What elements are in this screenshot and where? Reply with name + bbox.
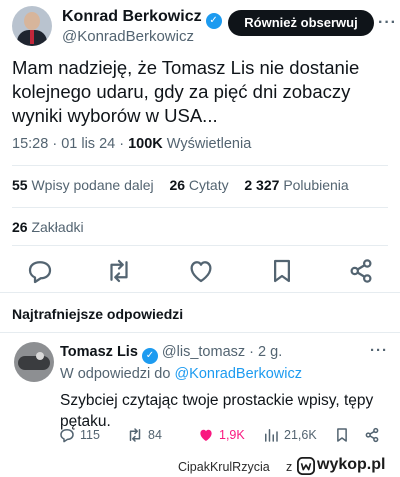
more-icon[interactable]: ··· <box>378 14 397 32</box>
reposts-count: 55 <box>12 177 28 193</box>
bookmark-icon <box>337 428 347 442</box>
reply-author-name[interactable]: Tomasz Lis <box>60 344 138 360</box>
section-divider <box>0 292 400 293</box>
repost-icon[interactable] <box>104 256 134 286</box>
meta-dot: · <box>119 136 129 152</box>
reply-avatar-shape <box>18 356 50 370</box>
reply-icon <box>60 429 74 443</box>
reply-author-handle[interactable]: @lis_tomasz <box>162 344 245 360</box>
verified-badge-icon: ✓ <box>141 348 158 364</box>
reply-header: Tomasz Lis ✓ @lis_tomasz · 2 g. <box>60 344 282 364</box>
views-count: 100K <box>128 136 163 152</box>
like-icon <box>200 429 212 441</box>
wykop-logo-icon <box>297 457 315 475</box>
wykop-watermark: CipakKrulRzycia z wykop.pl <box>178 456 400 477</box>
tweet-header: Konrad Berkowicz ✓ @KonradBerkowicz Równi… <box>12 6 396 50</box>
reply-like-count: 1,9K <box>219 428 245 442</box>
action-bar <box>0 256 400 286</box>
views-label: Wyświetlenia <box>166 136 252 152</box>
reply-age[interactable]: 2 g. <box>258 344 282 360</box>
bookmarks-label: Zakładki <box>31 219 84 235</box>
author-name[interactable]: Konrad Berkowicz ✓ <box>62 8 222 29</box>
meta-dot: · <box>52 136 62 152</box>
reposts-stat[interactable]: 55 Wpisy podane dalej <box>12 177 154 193</box>
reply-to-label: W odpowiedzi do <box>60 366 171 382</box>
bookmark-icon[interactable] <box>267 256 297 286</box>
author-name-text[interactable]: Konrad Berkowicz <box>62 8 202 25</box>
tweet-date[interactable]: 01 lis 24 <box>61 136 115 152</box>
bookmarks-count: 26 <box>12 219 28 235</box>
reply-reply-button[interactable]: 115 <box>58 424 100 446</box>
share-icon <box>365 427 379 443</box>
quotes-count: 26 <box>169 177 186 193</box>
quotes-stat[interactable]: 26 Cytaty <box>169 177 228 193</box>
follow-button[interactable]: Również obserwuj <box>228 10 374 36</box>
reply-avatar-spot <box>36 352 44 360</box>
divider <box>12 245 388 246</box>
likes-stat[interactable]: 2 327 Polubienia <box>244 177 348 193</box>
avatar-face <box>24 12 40 30</box>
reply-to-line: W odpowiedzi do @KonradBerkowicz <box>60 366 302 382</box>
likes-label: Polubienia <box>283 177 349 193</box>
author-avatar[interactable] <box>12 6 52 46</box>
divider <box>12 207 388 208</box>
reply-repost-count: 84 <box>148 428 162 442</box>
reply-repost-button[interactable]: 84 <box>126 424 162 446</box>
reply-icon[interactable] <box>25 256 55 286</box>
likes-count: 2 327 <box>244 177 280 193</box>
share-icon[interactable] <box>346 256 376 286</box>
stats-row: 55 Wpisy podane dalej 26 Cytaty 2 327 Po… <box>12 177 349 193</box>
watermark-separator: z <box>286 460 293 474</box>
reply-actions: 115 84 1,9K 21,6K <box>0 424 400 446</box>
reply-views-button[interactable]: 21,6K <box>262 424 317 446</box>
reply-like-button[interactable]: 1,9K <box>197 424 245 446</box>
reply-reply-count: 115 <box>80 428 100 442</box>
section-divider <box>0 332 400 333</box>
meta-dot: · <box>249 344 255 360</box>
divider <box>12 165 388 166</box>
reply-share-button[interactable] <box>363 424 385 446</box>
views-icon <box>265 429 278 442</box>
reply-view-count: 21,6K <box>284 428 317 442</box>
quotes-label: Cytaty <box>188 177 229 193</box>
reply-bookmark-button[interactable] <box>333 424 355 446</box>
like-icon[interactable] <box>186 256 216 286</box>
reply-avatar[interactable] <box>14 342 54 382</box>
author-handle[interactable]: @KonradBerkowicz <box>62 28 194 45</box>
replies-section-title[interactable]: Najtrafniejsze odpowiedzi <box>12 306 183 322</box>
tweet-text: Mam nadzieję, że Tomasz Lis nie dostanie… <box>12 57 360 126</box>
reply-to-mention[interactable]: @KonradBerkowicz <box>174 366 302 382</box>
tweet-time[interactable]: 15:28 <box>12 136 48 152</box>
reposts-label: Wpisy podane dalej <box>31 177 154 193</box>
verified-badge-icon: ✓ <box>205 13 222 29</box>
avatar-tie <box>30 30 34 44</box>
watermark-user: CipakKrulRzycia <box>178 460 270 474</box>
more-icon[interactable]: ··· <box>370 342 388 359</box>
watermark-site: wykop.pl <box>317 456 386 473</box>
tweet-meta: 15:28 · 01 lis 24 · 100K Wyświetlenia <box>12 136 251 152</box>
repost-icon <box>129 428 141 442</box>
bookmarks-stat[interactable]: 26 Zakładki <box>12 219 84 235</box>
